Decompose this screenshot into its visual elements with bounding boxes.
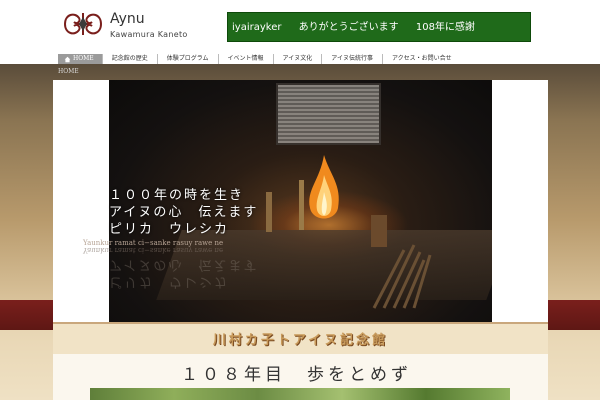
news-banner[interactable]: iyairayker ありがとうございます 108年に感謝 (227, 12, 531, 42)
hero-caption-reflection: ピリカ ウレシカ アイヌの心 伝えます (109, 256, 258, 290)
main-nav: HOME 記念館の歴史 体験プログラム イベント情報 アイヌ文化 アイヌ伝統行事… (58, 53, 538, 65)
nav-access[interactable]: アクセス・お問い合せ (381, 54, 461, 64)
wooden-post (266, 192, 272, 232)
year-heading: １０８年目 歩をとめず (181, 365, 412, 385)
banner-text-1: iyairayker (232, 22, 282, 33)
site-title[interactable]: Aynu (110, 11, 145, 27)
nav-home-label: HOME (73, 55, 94, 62)
year-section: １０８年目 歩をとめず (53, 354, 548, 400)
hero-caption: １００年の時を生き アイヌの心 伝えます ピリカ ウレシカ (109, 187, 258, 238)
nav-experience[interactable]: 体験プログラム (156, 54, 218, 64)
breadcrumb[interactable]: HOME (58, 68, 79, 75)
wooden-post (299, 180, 304, 230)
nav-events[interactable]: イベント情報 (217, 54, 273, 64)
house-icon (64, 56, 71, 62)
museum-title-band: 川村カ子トアイヌ記念館 (53, 322, 548, 354)
banner-text-2: ありがとうございます (298, 22, 399, 33)
window (276, 83, 381, 145)
reflect-line-2: アイヌの心 伝えます (109, 257, 259, 272)
hero-line-2: アイヌの心 伝えます (109, 205, 259, 220)
hero-section: １００年の時を生き アイヌの心 伝えます ピリカ ウレシカ Yaunkur ra… (53, 80, 548, 322)
nav-home[interactable]: HOME (58, 54, 102, 64)
nav-traditions[interactable]: アイヌ伝統行事 (321, 54, 382, 64)
inaw-sticks (372, 244, 432, 309)
nav-history[interactable]: 記念館の歴史 (101, 54, 157, 64)
museum-title: 川村カ子トアイヌ記念館 (212, 333, 389, 348)
hero-line-1: １００年の時を生き (109, 188, 245, 203)
ainu-pattern-emblem-icon[interactable] (61, 9, 105, 39)
forest-photo (90, 388, 510, 400)
nav-culture[interactable]: アイヌ文化 (272, 54, 322, 64)
reflect-line-3: ピリカ ウレシカ (109, 274, 230, 289)
banner-text-3: 108年に感謝 (415, 22, 475, 33)
hero-phrase-reflection: Yaunkur ramat ci−sanke rasuy rawe ne (83, 246, 224, 254)
hero-line-3: ピリカ ウレシカ (109, 222, 230, 237)
site-subtitle: Kawamura Kaneto (110, 30, 188, 39)
